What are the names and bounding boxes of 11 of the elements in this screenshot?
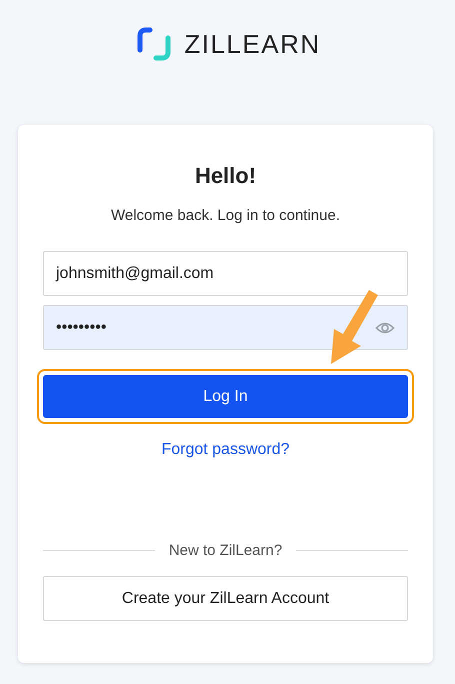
logo-wordmark: ZILLEARN	[184, 28, 321, 60]
login-button[interactable]: Log In	[43, 375, 408, 418]
create-account-button[interactable]: Create your ZilLearn Account	[43, 576, 408, 621]
divider-text: New to ZilLearn?	[168, 542, 282, 559]
password-field[interactable]: •••••••••	[43, 305, 408, 350]
card-subtitle: Welcome back. Log in to continue.	[110, 207, 342, 224]
forgot-password-link[interactable]: Forgot password?	[161, 441, 290, 459]
field-value: johnsmith@gmail.com	[56, 264, 215, 282]
card-title: Hello!	[194, 163, 258, 189]
field-value: •••••••••	[56, 318, 108, 336]
email-field[interactable]: johnsmith@gmail.com	[43, 251, 408, 296]
